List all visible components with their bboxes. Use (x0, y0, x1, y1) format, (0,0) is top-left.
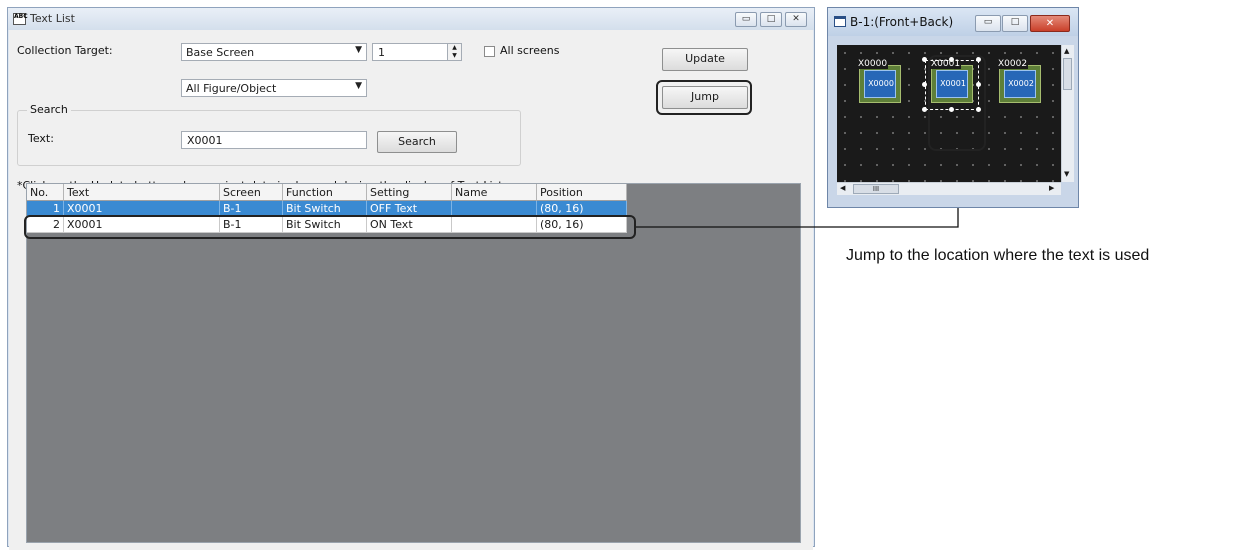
preview-title: B-1:(Front+Back) (850, 15, 954, 29)
selection-handle[interactable] (922, 107, 927, 112)
vertical-scroll-thumb[interactable] (1063, 58, 1072, 90)
minimize-button[interactable]: ▭ (975, 15, 1001, 32)
restore-button[interactable]: □ (1002, 15, 1028, 32)
bit-switch-x0000[interactable]: X0000 (859, 65, 901, 103)
bit-switch-x0002[interactable]: X0002 (999, 65, 1041, 103)
selection-handle[interactable] (922, 82, 927, 87)
horizontal-scroll-thumb[interactable]: III (853, 184, 899, 194)
switch-top-label: X0002 (997, 59, 1029, 69)
preview-switch-callout (928, 55, 986, 151)
scroll-left-icon[interactable]: ◀ (840, 184, 845, 192)
close-button[interactable]: ✕ (1030, 15, 1070, 32)
switch-top-label: X0000 (857, 59, 889, 69)
screen-preview-window: B-1:(Front+Back) ▭ □ ✕ X0000 X0000 X0001… (827, 7, 1079, 208)
screen-icon (834, 16, 846, 27)
selection-handle[interactable] (922, 57, 927, 62)
scroll-down-icon[interactable]: ▼ (1064, 170, 1069, 178)
scroll-up-icon[interactable]: ▲ (1064, 47, 1069, 55)
preview-title-bar[interactable]: B-1:(Front+Back) ▭ □ ✕ (828, 8, 1078, 36)
annotation-text: Jump to the location where the text is u… (846, 247, 1150, 264)
scroll-right-icon[interactable]: ▶ (1049, 184, 1054, 192)
horizontal-scrollbar[interactable]: ◀ III ▶ (837, 182, 1061, 195)
vertical-scrollbar[interactable]: ▲ ▼ (1061, 45, 1074, 182)
